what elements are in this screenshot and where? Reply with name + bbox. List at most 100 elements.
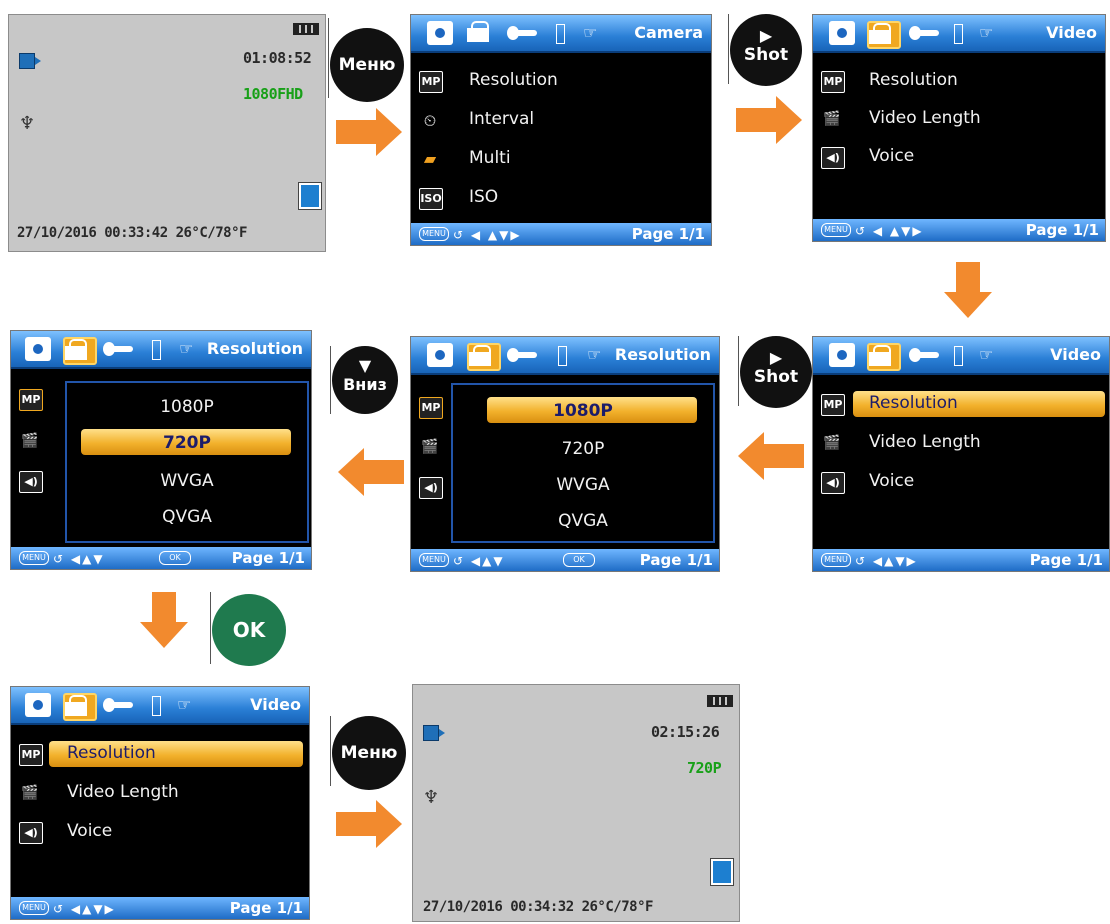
- menu-item-interval[interactable]: Interval: [469, 109, 534, 129]
- menu-footer-button: MENU: [821, 223, 851, 237]
- resolution-list-720p-screen: ☞ Resolution MP 🎬 ◀) 1080P 720P WVGA QVG…: [10, 330, 312, 570]
- down-button-badge[interactable]: ▼ Вниз: [332, 346, 398, 414]
- camera-tab-icon[interactable]: [829, 343, 855, 367]
- wrench-tab-icon[interactable]: [103, 337, 135, 361]
- video-tab-icon[interactable]: [467, 343, 501, 371]
- menu-badge-label: Меню: [340, 743, 398, 763]
- video-camera-icon: [19, 53, 41, 69]
- sd-card-icon: [299, 183, 321, 209]
- menu-item-voice[interactable]: Voice: [869, 471, 914, 491]
- menu-item-iso[interactable]: ISO: [469, 187, 498, 207]
- menu-footer: MENU ↺ ◀▲▼▶ Page 1/1: [11, 897, 309, 919]
- nav-arrows-icon: ↺ ◀ ▲▼▶: [855, 224, 924, 238]
- menu-title: Resolution: [206, 339, 303, 358]
- interval-icon: ⏲: [423, 111, 437, 130]
- menu-item-multi[interactable]: Multi: [469, 148, 511, 168]
- menu-button-badge[interactable]: Меню: [332, 716, 406, 790]
- menu-item-video-length[interactable]: Video Length: [869, 432, 981, 452]
- video-tab-icon[interactable]: [867, 343, 901, 371]
- video-tab-icon[interactable]: [467, 21, 497, 45]
- camera-tab-icon[interactable]: [427, 343, 453, 367]
- menu-footer-button: MENU: [419, 553, 449, 567]
- status-footer: 27/10/2016 00:33:42 26°C/78°F: [17, 225, 247, 241]
- option-wvga[interactable]: WVGA: [453, 475, 713, 495]
- camera-tab-icon[interactable]: [829, 21, 855, 45]
- arrow-left-icon: [738, 432, 804, 480]
- option-wvga[interactable]: WVGA: [67, 471, 307, 491]
- battery-tab-icon[interactable]: [953, 343, 963, 367]
- option-qvga[interactable]: QVGA: [453, 511, 713, 531]
- menu-footer: MENU ↺ ◀ ▲▼▶ Page 1/1: [411, 223, 711, 245]
- shot-badge-label: Shot: [753, 367, 799, 387]
- wrench-tab-icon[interactable]: [909, 21, 941, 45]
- nav-arrows-icon: ↺ ◀ ▲▼▶: [453, 228, 522, 242]
- hand-tab-icon[interactable]: ☞: [583, 21, 603, 45]
- option-720p[interactable]: 720P: [453, 439, 713, 459]
- menu-item-resolution[interactable]: Resolution: [869, 393, 958, 413]
- menu-footer: MENU ↺ ◀ ▲▼▶ Page 1/1: [813, 219, 1105, 241]
- menu-item-video-length[interactable]: Video Length: [67, 782, 179, 802]
- hand-tab-icon[interactable]: ☞: [587, 343, 607, 367]
- wrench-tab-icon[interactable]: [507, 21, 539, 45]
- option-qvga[interactable]: QVGA: [67, 507, 307, 527]
- ok-button-badge[interactable]: OK: [212, 594, 286, 666]
- video-length-icon: 🎬: [21, 433, 39, 449]
- hand-tab-icon[interactable]: ☞: [979, 343, 999, 367]
- divider-line: [330, 716, 331, 786]
- menu-button-badge[interactable]: Меню: [330, 28, 404, 102]
- arrow-down-icon: [944, 262, 992, 318]
- menu-title: Video: [250, 695, 301, 714]
- video-tab-icon[interactable]: [63, 693, 97, 721]
- battery-tab-icon[interactable]: [557, 343, 567, 367]
- hand-tab-icon[interactable]: ☞: [177, 693, 197, 717]
- mp-icon: MP: [821, 394, 845, 416]
- resolution-indicator: 720P: [687, 759, 722, 777]
- camera-tab-icon[interactable]: [25, 337, 51, 361]
- wrench-tab-icon[interactable]: [909, 343, 941, 367]
- menu-footer-button: MENU: [419, 227, 449, 241]
- menu-item-resolution[interactable]: Resolution: [67, 743, 156, 763]
- mp-icon: MP: [419, 71, 443, 93]
- menu-item-video-length[interactable]: Video Length: [869, 108, 981, 128]
- camera-tab-icon[interactable]: [427, 21, 453, 45]
- hand-tab-icon[interactable]: ☞: [179, 337, 199, 361]
- menu-footer-button: MENU: [19, 551, 49, 565]
- camera-tab-icon[interactable]: [25, 693, 51, 717]
- menu-tab-bar: ☞ Camera: [411, 15, 711, 53]
- ok-footer-button: OK: [159, 551, 191, 565]
- menu-item-resolution[interactable]: Resolution: [469, 70, 558, 90]
- voice-icon: ◀): [19, 471, 43, 493]
- page-indicator: Page 1/1: [631, 225, 705, 243]
- voice-icon: ◀): [821, 472, 845, 494]
- wrench-tab-icon[interactable]: [103, 693, 135, 717]
- option-1080p[interactable]: 1080P: [67, 397, 307, 417]
- option-1080p[interactable]: 1080P: [453, 401, 713, 421]
- play-icon: ▶: [769, 348, 783, 367]
- divider-line: [738, 336, 739, 406]
- microphone-icon: ♆: [19, 113, 36, 134]
- shot-button-badge[interactable]: ▶ Shot: [740, 336, 812, 408]
- hand-tab-icon[interactable]: ☞: [979, 21, 999, 45]
- voice-icon: ◀): [419, 477, 443, 499]
- menu-tab-bar: ☞ Resolution: [411, 337, 719, 375]
- recording-time: 01:08:52: [243, 49, 312, 67]
- page-indicator: Page 1/1: [231, 549, 305, 567]
- resolution-indicator: 1080FHD: [243, 85, 303, 103]
- mp-icon: MP: [821, 71, 845, 93]
- video-tab-icon[interactable]: [867, 21, 901, 49]
- battery-tab-icon[interactable]: [555, 21, 565, 45]
- battery-tab-icon[interactable]: [151, 337, 161, 361]
- battery-tab-icon[interactable]: [953, 21, 963, 45]
- video-camera-icon: [423, 725, 445, 741]
- menu-item-voice[interactable]: Voice: [67, 821, 112, 841]
- menu-item-voice[interactable]: Voice: [869, 146, 914, 166]
- menu-item-resolution[interactable]: Resolution: [869, 70, 958, 90]
- microphone-icon: ♆: [423, 787, 440, 808]
- option-720p[interactable]: 720P: [67, 433, 307, 453]
- video-length-icon: 🎬: [421, 439, 439, 455]
- shot-button-badge[interactable]: ▶ Shot: [730, 14, 802, 86]
- wrench-tab-icon[interactable]: [507, 343, 539, 367]
- battery-tab-icon[interactable]: [151, 693, 161, 717]
- video-menu-final-screen: ☞ Video MP Resolution 🎬 Video Length ◀) …: [10, 686, 310, 920]
- video-tab-icon[interactable]: [63, 337, 97, 365]
